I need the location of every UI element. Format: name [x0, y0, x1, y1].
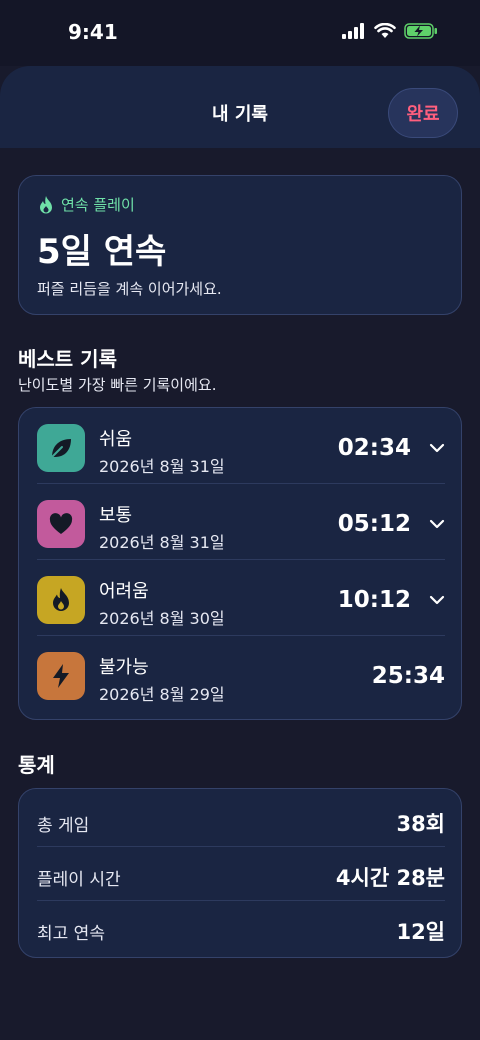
- level-best-time: 10:12: [337, 587, 411, 613]
- wifi-icon: [374, 23, 396, 38]
- best-records-list: 쉬움 2026년 8월 31일 02:34 보통 2026년 8월 31일 05…: [18, 407, 462, 720]
- level-date: 2026년 8월 31일: [99, 533, 225, 552]
- bolt-icon: [53, 664, 69, 688]
- streak-card: 연속 플레이 5일 연속 퍼즐 리듬을 계속 이어가세요.: [18, 175, 462, 315]
- chevron-down-icon[interactable]: [429, 440, 445, 456]
- stat-value: 38회: [396, 812, 445, 836]
- flame-icon: [53, 588, 69, 611]
- battery-charging-icon: [404, 23, 437, 39]
- level-best-time: 02:34: [337, 435, 411, 461]
- stat-row-best-streak: 최고 연속 12일: [19, 901, 463, 955]
- stat-row-total-games: 총 게임 38회: [19, 793, 463, 847]
- stat-value: 12일: [396, 920, 445, 944]
- level-name: 어려움: [99, 581, 149, 602]
- best-record-row-hard[interactable]: 어려움 2026년 8월 30일 10:12: [19, 560, 463, 636]
- chevron-down-icon[interactable]: [429, 592, 445, 608]
- best-record-row-easy[interactable]: 쉬움 2026년 8월 31일 02:34: [19, 408, 463, 484]
- stat-row-play-time: 플레이 시간 4시간 28분: [19, 847, 463, 901]
- status-icons: [342, 23, 438, 39]
- chevron-down-icon[interactable]: [429, 516, 445, 532]
- status-bar: 9:41: [0, 0, 480, 66]
- best-records-title: 베스트 기록: [18, 347, 117, 371]
- level-name: 불가능: [99, 657, 149, 678]
- level-icon-easy: [37, 424, 85, 472]
- best-records-subtitle: 난이도별 가장 빠른 기록이에요.: [18, 376, 217, 394]
- level-date: 2026년 8월 29일: [99, 685, 225, 704]
- streak-description: 퍼즐 리듬을 계속 이어가세요.: [37, 280, 222, 298]
- level-icon-hard: [37, 576, 85, 624]
- stats-title: 통계: [18, 753, 55, 777]
- level-best-time: 25:34: [371, 663, 445, 689]
- heart-icon: [49, 513, 73, 534]
- best-record-row-normal[interactable]: 보통 2026년 8월 31일 05:12: [19, 484, 463, 560]
- level-date: 2026년 8월 31일: [99, 457, 225, 476]
- level-icon-impossible: [37, 652, 85, 700]
- stat-label: 총 게임: [37, 816, 90, 836]
- stat-label: 플레이 시간: [37, 870, 121, 890]
- leaf-icon: [50, 439, 71, 459]
- level-date: 2026년 8월 30일: [99, 609, 225, 628]
- level-name: 쉬움: [99, 429, 133, 450]
- flame-icon: [40, 195, 52, 213]
- level-name: 보통: [99, 505, 133, 526]
- level-icon-normal: [37, 500, 85, 548]
- stat-value: 4시간 28분: [335, 866, 445, 890]
- streak-label: 연속 플레이: [61, 196, 135, 214]
- streak-value: 5일 연속: [37, 232, 167, 272]
- best-record-row-impossible[interactable]: 불가능 2026년 8월 29일 25:34: [19, 636, 463, 712]
- nav-bar: 내 기록 완료: [0, 66, 480, 148]
- status-time: 9:41: [68, 20, 118, 44]
- level-best-time: 05:12: [337, 511, 411, 537]
- signal-icon: [342, 23, 364, 39]
- stat-label: 최고 연속: [37, 924, 105, 944]
- stats-list: 총 게임 38회 플레이 시간 4시간 28분 최고 연속 12일: [18, 788, 462, 958]
- streak-label-row: 연속 플레이: [37, 194, 135, 215]
- records-sheet: 내 기록 완료 연속 플레이 5일 연속 퍼즐 리듬을 계속 이어가세요. 베스…: [0, 66, 480, 1040]
- done-button[interactable]: 완료: [388, 88, 458, 138]
